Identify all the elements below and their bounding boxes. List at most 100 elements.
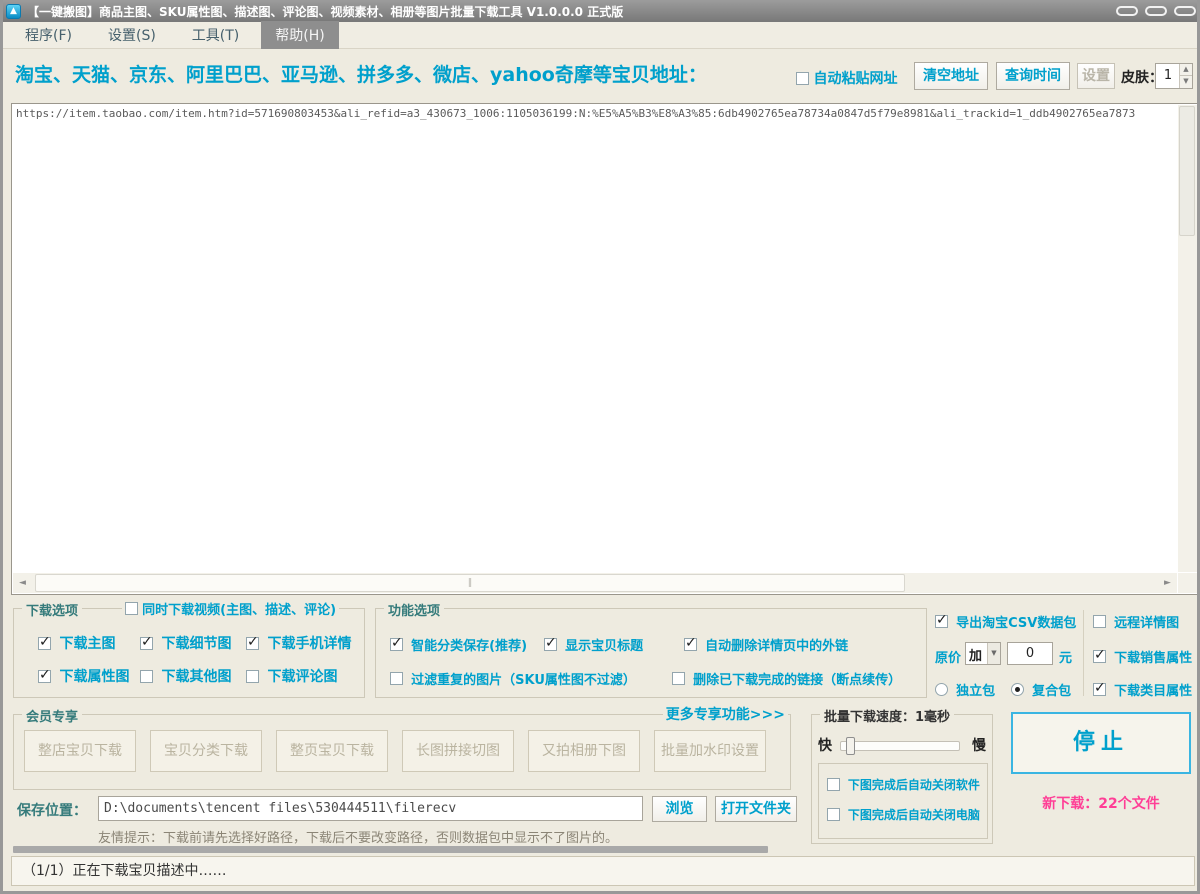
download-option-detail: 下载细节图 xyxy=(140,633,231,653)
speed-group: 批量下载速度：1毫秒 快 慢 下图完成后自动关闭软件 下图完成后自动关闭电脑 xyxy=(811,714,993,844)
menu-tools[interactable]: 工具(T) xyxy=(178,21,253,49)
download-attribute-checkbox[interactable] xyxy=(38,670,51,683)
settings-button[interactable]: 设置 xyxy=(1077,63,1115,89)
scroll-right-icon[interactable]: ► xyxy=(1158,573,1177,593)
query-time-button[interactable]: 查询时间 xyxy=(996,62,1070,90)
horizontal-scrollbar[interactable]: ◄ ‖ ► xyxy=(13,573,1177,593)
independent-package-label: 独立包 xyxy=(956,684,995,699)
price-operator-value: 加 xyxy=(969,645,982,664)
page-download-button[interactable]: 整页宝贝下载 xyxy=(276,730,388,772)
remote-detail-label: 远程详情图 xyxy=(1114,616,1179,631)
long-image-slice-button[interactable]: 长图拼接切图 xyxy=(402,730,514,772)
vertical-scrollbar[interactable] xyxy=(1178,105,1197,572)
download-main-checkbox[interactable] xyxy=(38,637,51,650)
shop-download-button[interactable]: 整店宝贝下载 xyxy=(24,730,136,772)
download-attribute-label: 下载属性图 xyxy=(59,669,129,685)
auto-paste-checkbox[interactable] xyxy=(796,72,809,85)
chevron-up-icon[interactable]: ▲ xyxy=(1180,64,1192,76)
chevron-down-icon[interactable]: ▼ xyxy=(1180,76,1192,88)
scroll-left-icon[interactable]: ◄ xyxy=(13,573,32,593)
title-bar: ▲ 【一键搬图】商品主图、SKU属性图、描述图、评论图、视频素材、相册等图片批量… xyxy=(0,0,1200,22)
app-window: ▲ 【一键搬图】商品主图、SKU属性图、描述图、评论图、视频素材、相册等图片批量… xyxy=(0,0,1200,894)
download-video-option: 同时下载视频(主图、描述、评论) xyxy=(122,599,339,618)
download-detail-checkbox[interactable] xyxy=(140,637,153,650)
scrollbar-corner xyxy=(1178,573,1197,593)
download-option-review: 下载评论图 xyxy=(246,666,337,686)
url-textarea[interactable]: https://item.taobao.com/item.htm?id=5716… xyxy=(11,103,1199,595)
price-input[interactable]: 0 xyxy=(1007,642,1053,665)
delete-completed-checkbox[interactable] xyxy=(672,672,685,685)
composite-package-option: 复合包 xyxy=(1011,680,1071,699)
export-csv-label: 导出淘宝CSV数据包 xyxy=(956,616,1076,631)
close-icon[interactable] xyxy=(1174,6,1196,16)
menu-settings[interactable]: 设置(S) xyxy=(94,21,170,49)
composite-package-radio[interactable] xyxy=(1011,683,1024,696)
download-video-label: 同时下载视频(主图、描述、评论) xyxy=(142,603,336,618)
status-bar: （1/1）正在下载宝贝描述中…… xyxy=(11,856,1195,886)
download-video-checkbox[interactable] xyxy=(125,602,138,615)
independent-package-radio[interactable] xyxy=(935,683,948,696)
dropdown-arrow-icon: ▼ xyxy=(987,643,1000,664)
category-attr-checkbox[interactable] xyxy=(1093,683,1106,696)
filter-duplicates-checkbox[interactable] xyxy=(390,672,403,685)
minimize-icon[interactable] xyxy=(1116,6,1138,16)
vertical-scrollbar-thumb[interactable] xyxy=(1179,106,1195,236)
save-path-input[interactable]: D:\documents\tencent files\530444511\fil… xyxy=(98,796,643,821)
remote-detail-checkbox[interactable] xyxy=(1093,615,1106,628)
status-text: （1/1）正在下载宝贝描述中…… xyxy=(22,863,227,879)
smart-save-checkbox[interactable] xyxy=(390,638,403,651)
download-progress-bar xyxy=(13,846,1193,853)
stop-button[interactable]: 停止 xyxy=(1011,712,1191,774)
independent-package-option: 独立包 xyxy=(935,680,995,699)
download-option-other: 下载其他图 xyxy=(140,666,231,686)
new-download-value: 22个文件 xyxy=(1098,796,1159,812)
friendly-tip: 友情提示：下载前请先选择好路径，下载后不要改变路径，否则数据包中显示不了图片的。 xyxy=(98,827,618,846)
download-review-label: 下载评论图 xyxy=(267,669,337,685)
horizontal-scrollbar-thumb[interactable]: ‖ xyxy=(35,574,905,592)
skin-spinner[interactable]: 1 ▲ ▼ xyxy=(1155,63,1193,89)
download-progress-fill xyxy=(13,846,768,853)
category-attr-label: 下载类目属性 xyxy=(1114,684,1192,699)
download-other-checkbox[interactable] xyxy=(140,670,153,683)
export-csv-option: 导出淘宝CSV数据包 xyxy=(935,612,1076,631)
function-option-filter-duplicates: 过滤重复的图片（SKU属性图不过滤） xyxy=(390,669,636,688)
menu-help[interactable]: 帮助(H) xyxy=(261,21,338,49)
download-detail-label: 下载细节图 xyxy=(161,636,231,652)
function-options-title: 功能选项 xyxy=(384,600,444,619)
download-mobile-label: 下载手机详情 xyxy=(267,636,351,652)
category-download-button[interactable]: 宝贝分类下载 xyxy=(150,730,262,772)
skin-spinner-arrows: ▲ ▼ xyxy=(1179,64,1192,88)
auto-shutdown-checkbox[interactable] xyxy=(827,808,840,821)
download-mobile-checkbox[interactable] xyxy=(246,637,259,650)
download-option-mobile: 下载手机详情 xyxy=(246,633,351,653)
auto-close-app-checkbox[interactable] xyxy=(827,778,840,791)
auto-shutdown-label: 下图完成后自动关闭电脑 xyxy=(848,808,980,822)
speed-slider-thumb[interactable] xyxy=(846,737,855,755)
price-operator-dropdown[interactable]: 加 ▼ xyxy=(965,642,1001,665)
maximize-icon[interactable] xyxy=(1145,6,1167,16)
address-header-label: 淘宝、天猫、京东、阿里巴巴、亚马逊、拼多多、微店、yahoo奇摩等宝贝地址： xyxy=(15,60,707,87)
auto-shutdown-option: 下图完成后自动关闭电脑 xyxy=(827,806,980,823)
smart-save-label: 智能分类保存(推荐) xyxy=(411,639,527,654)
menu-program[interactable]: 程序(F) xyxy=(11,21,86,49)
auto-close-app-label: 下图完成后自动关闭软件 xyxy=(848,778,980,792)
export-csv-checkbox[interactable] xyxy=(935,615,948,628)
member-group-title: 会员专享 xyxy=(22,706,82,725)
open-folder-button[interactable]: 打开文件夹 xyxy=(715,796,797,822)
clear-address-button[interactable]: 清空地址 xyxy=(914,62,988,90)
download-option-main: 下载主图 xyxy=(38,633,115,653)
download-review-checkbox[interactable] xyxy=(246,670,259,683)
speed-slider[interactable] xyxy=(840,741,960,751)
more-features-link[interactable]: 更多专享功能>>> xyxy=(663,704,788,724)
show-title-checkbox[interactable] xyxy=(544,638,557,651)
download-options-group: 下载选项 同时下载视频(主图、描述、评论) 下载主图 下载细节图 下载手机详情 … xyxy=(13,608,365,698)
watermark-settings-button[interactable]: 批量加水印设置 xyxy=(654,730,766,772)
browse-button[interactable]: 浏览 xyxy=(652,796,707,822)
download-main-label: 下载主图 xyxy=(59,636,115,652)
remove-links-checkbox[interactable] xyxy=(684,638,697,651)
upyun-album-button[interactable]: 又拍相册下图 xyxy=(528,730,640,772)
window-title: 【一键搬图】商品主图、SKU属性图、描述图、评论图、视频素材、相册等图片批量下载… xyxy=(27,3,623,20)
function-option-show-title: 显示宝贝标题 xyxy=(544,635,643,654)
sales-attr-checkbox[interactable] xyxy=(1093,650,1106,663)
new-download-counter: 新下载：22个文件 xyxy=(1011,793,1191,813)
